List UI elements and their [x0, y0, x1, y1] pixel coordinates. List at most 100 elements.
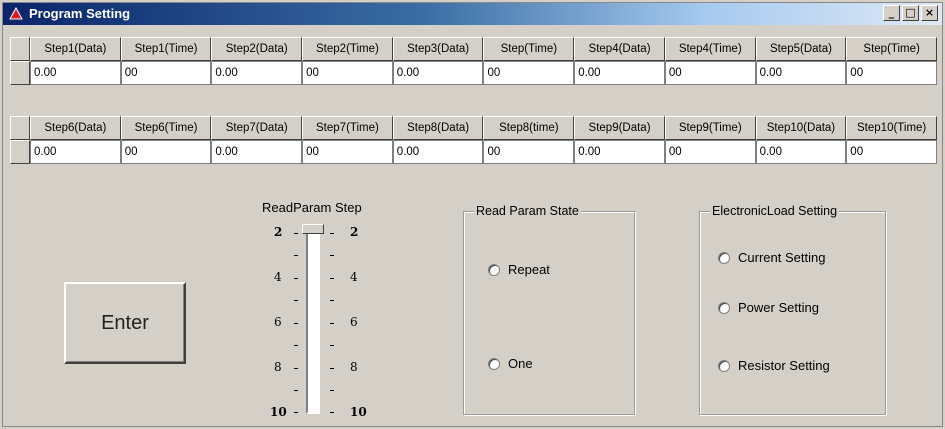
- radio-circle[interactable]: [718, 251, 730, 264]
- slider-tick: [330, 323, 334, 324]
- slider-tick: [294, 368, 298, 369]
- step8-time-cell[interactable]: 00: [483, 140, 575, 164]
- step5-time-cell[interactable]: 00: [846, 61, 937, 85]
- step9-data-cell[interactable]: 0.00: [574, 140, 665, 164]
- column-header: Step(Time): [846, 37, 937, 61]
- column-header: Step10(Data): [755, 116, 847, 140]
- right-tick-label: 10: [350, 405, 367, 419]
- radio-label: One: [508, 356, 533, 371]
- step6-data-cell[interactable]: 0.00: [30, 140, 121, 164]
- right-tick-label: 8: [350, 360, 358, 374]
- step2-data-cell[interactable]: 0.00: [211, 61, 303, 85]
- radio-label: Repeat: [508, 262, 550, 277]
- column-header: Step5(Data): [755, 37, 847, 61]
- radio-power-setting[interactable]: Power Setting: [718, 300, 819, 315]
- slider-tick: [294, 278, 298, 279]
- slider-tick: [330, 412, 334, 413]
- read-param-state-group: Read Param State Repeat One: [463, 204, 635, 415]
- step2-time-cell[interactable]: 00: [302, 61, 393, 85]
- step10-data-cell[interactable]: 0.00: [755, 140, 847, 164]
- column-header: Step6(Time): [120, 116, 212, 140]
- column-header: Step6(Data): [30, 116, 121, 140]
- row-header[interactable]: [10, 140, 30, 164]
- left-tick-label: 8: [274, 360, 282, 374]
- step10-time-cell[interactable]: 00: [846, 140, 937, 164]
- radio-circle[interactable]: [488, 263, 500, 276]
- corner-header: [10, 37, 30, 61]
- enter-button[interactable]: Enter: [64, 282, 186, 364]
- slider-label: ReadParam Step: [262, 200, 362, 215]
- column-header: Step10(Time): [846, 116, 937, 140]
- column-header: Step8(Data): [392, 116, 484, 140]
- step7-data-cell[interactable]: 0.00: [211, 140, 303, 164]
- radio-circle[interactable]: [488, 357, 500, 370]
- step6-time-cell[interactable]: 00: [120, 140, 212, 164]
- radio-one[interactable]: One: [488, 356, 533, 371]
- group-title: Read Param State: [474, 204, 581, 218]
- slider-tick: [294, 255, 298, 256]
- row-header[interactable]: [10, 61, 30, 85]
- radio-label: Power Setting: [738, 300, 819, 315]
- close-button[interactable]: ×: [921, 5, 938, 21]
- group-title: ElectronicLoad Setting: [710, 204, 840, 218]
- column-header: Step1(Data): [30, 37, 121, 61]
- column-header: Step9(Time): [664, 116, 756, 140]
- column-header: Step7(Data): [211, 116, 303, 140]
- slider-tick: [294, 300, 298, 301]
- slider-tick: [330, 278, 334, 279]
- step4-data-cell[interactable]: 0.00: [574, 61, 665, 85]
- step1-data-cell[interactable]: 0.00: [30, 61, 121, 85]
- slider-tick: [294, 233, 298, 234]
- minimize-button[interactable]: _: [883, 5, 900, 21]
- column-header: Step1(Time): [120, 37, 212, 61]
- left-tick-label: 10: [270, 405, 287, 419]
- slider-tick: [330, 255, 334, 256]
- step7-time-cell[interactable]: 00: [302, 140, 393, 164]
- left-tick-label: 2: [274, 225, 283, 239]
- radio-circle[interactable]: [718, 301, 730, 314]
- radio-label: Resistor Setting: [738, 358, 830, 373]
- right-tick-label: 2: [350, 225, 359, 239]
- slider-tick: [330, 368, 334, 369]
- slider-track[interactable]: [306, 228, 320, 414]
- step1-time-cell[interactable]: 00: [120, 61, 212, 85]
- column-header: Step2(Time): [302, 37, 393, 61]
- step5-data-cell[interactable]: 0.00: [755, 61, 847, 85]
- column-header: Step(Time): [483, 37, 575, 61]
- maximize-button[interactable]: □: [902, 5, 919, 21]
- slider-tick: [294, 345, 298, 346]
- step8-data-cell[interactable]: 0.00: [392, 140, 484, 164]
- column-header: Step9(Data): [574, 116, 665, 140]
- column-header: Step2(Data): [211, 37, 303, 61]
- slider-thumb[interactable]: [302, 224, 324, 234]
- step9-time-cell[interactable]: 00: [664, 140, 756, 164]
- step4-time-cell[interactable]: 00: [664, 61, 756, 85]
- electronic-load-setting-group: ElectronicLoad Setting Current Setting P…: [699, 204, 886, 415]
- title-bar[interactable]: Program Setting _ □ ×: [3, 3, 942, 25]
- column-header: Step4(Data): [574, 37, 665, 61]
- column-header: Step7(Time): [302, 116, 393, 140]
- radio-circle[interactable]: [718, 359, 730, 372]
- slider-tick: [330, 345, 334, 346]
- window-title: Program Setting: [29, 6, 131, 21]
- left-tick-label: 4: [274, 270, 282, 284]
- slider-tick: [330, 233, 334, 234]
- corner-header: [10, 116, 30, 140]
- radio-label: Current Setting: [738, 250, 826, 265]
- column-header: Step3(Data): [392, 37, 484, 61]
- slider-tick: [294, 390, 298, 391]
- step3-data-cell[interactable]: 0.00: [392, 61, 484, 85]
- radio-repeat[interactable]: Repeat: [488, 262, 550, 277]
- app-icon: [9, 7, 23, 20]
- radio-resistor-setting[interactable]: Resistor Setting: [718, 358, 830, 373]
- column-header: Step8(time): [483, 116, 575, 140]
- steps-6-10-grid: Step6(Data) Step6(Time) Step7(Data) Step…: [10, 116, 937, 164]
- radio-current-setting[interactable]: Current Setting: [718, 250, 825, 265]
- slider-tick: [330, 390, 334, 391]
- left-tick-label: 6: [274, 315, 282, 329]
- readparam-step-slider[interactable]: 2 4 6 8 10 2 4 6 8 10: [268, 222, 368, 419]
- step3-time-cell[interactable]: 00: [483, 61, 575, 85]
- slider-tick: [294, 323, 298, 324]
- slider-tick: [294, 412, 298, 413]
- right-tick-label: 6: [350, 315, 358, 329]
